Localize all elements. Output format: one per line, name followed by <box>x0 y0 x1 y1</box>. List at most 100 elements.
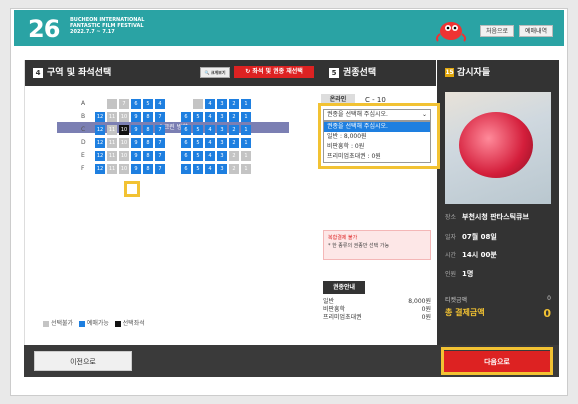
seat[interactable]: 4 <box>205 125 215 135</box>
seat[interactable]: 12 <box>95 125 105 135</box>
reservations-button[interactable]: 예매내역 <box>519 25 553 37</box>
seat[interactable]: 1 <box>241 125 251 135</box>
guide-row: 일반 8,000원 <box>323 298 431 305</box>
payment-notice: 복합결제 불가 * 한 종류의 권종만 선택 가능 <box>323 230 431 260</box>
seat: 2 <box>229 151 239 161</box>
seat <box>193 99 203 109</box>
seat[interactable]: 3 <box>217 125 227 135</box>
seat[interactable]: 6 <box>181 151 191 161</box>
seat[interactable]: 5 <box>193 125 203 135</box>
ticket-panel-title: 권종선택 <box>343 68 377 78</box>
seat-selected[interactable]: 10 <box>119 125 129 135</box>
seat[interactable]: 8 <box>143 138 153 148</box>
seat[interactable]: 7 <box>155 125 165 135</box>
seat-legend: 선택불가 예매가능 선택좌석 <box>43 318 145 327</box>
seat[interactable]: 2 <box>229 138 239 148</box>
mascot-icon <box>435 22 467 42</box>
seat[interactable]: 7 <box>155 164 165 174</box>
seat[interactable]: 12 <box>95 112 105 122</box>
seat[interactable]: 4 <box>155 99 165 109</box>
seat[interactable]: 6 <box>181 112 191 122</box>
seat[interactable]: 6 <box>181 125 191 135</box>
seat[interactable]: 4 <box>205 151 215 161</box>
seat[interactable]: 1 <box>241 112 251 122</box>
seat[interactable]: 9 <box>131 112 141 122</box>
movie-summary-panel: 15 감시자들 장소 부천시청 판타스틱큐브 일자 07월 08일 시간 14시 00분… <box>437 60 559 345</box>
seat[interactable]: 3 <box>217 138 227 148</box>
seat: 11 <box>107 138 117 148</box>
info-place: 장소 부천시청 판타스틱큐브 <box>445 213 529 221</box>
seat: 2 <box>229 164 239 174</box>
ticket-amount: 티켓금액 0 <box>445 295 551 304</box>
seat[interactable]: 8 <box>143 164 153 174</box>
seat[interactable]: 1 <box>241 99 251 109</box>
row-label: B <box>81 113 86 120</box>
seat[interactable]: 6 <box>181 138 191 148</box>
row-label: E <box>81 152 85 159</box>
info-date: 일자 07월 08일 <box>445 233 497 241</box>
seat: 10 <box>119 138 129 148</box>
movie-title: 감시자들 <box>457 68 491 78</box>
zoom-button[interactable]: 🔍 크게보기 <box>200 67 230 78</box>
seat[interactable]: 8 <box>143 151 153 161</box>
seat: 11 <box>107 151 117 161</box>
home-button[interactable]: 처음으로 <box>480 25 514 37</box>
seat[interactable]: 4 <box>205 112 215 122</box>
seat[interactable]: 5 <box>193 164 203 174</box>
seat[interactable]: 4 <box>205 138 215 148</box>
seat[interactable]: 8 <box>143 125 153 135</box>
seat[interactable]: 3 <box>217 99 227 109</box>
seat[interactable]: 12 <box>95 151 105 161</box>
guide-row: 프리미엄초대권 0원 <box>323 314 431 321</box>
seat[interactable]: 5 <box>193 112 203 122</box>
ticket-guide-list: 일반 8,000원 비판흥학 0원 프리미엄초대권 0원 <box>323 298 431 322</box>
seat[interactable]: 4 <box>205 164 215 174</box>
seat: 10 <box>119 164 129 174</box>
seat: 10 <box>119 112 129 122</box>
step-badge: 5 <box>329 67 339 78</box>
seat[interactable]: 8 <box>143 112 153 122</box>
seat[interactable]: 6 <box>181 164 191 174</box>
seat[interactable]: 9 <box>131 164 141 174</box>
seat[interactable]: 5 <box>143 99 153 109</box>
reset-seat-button[interactable]: ↻ 좌석 및 권종 재선택 <box>234 66 314 78</box>
seat[interactable]: 7 <box>155 112 165 122</box>
seat[interactable]: 5 <box>193 138 203 148</box>
step-badge: 4 <box>33 67 43 78</box>
seat[interactable]: 5 <box>193 151 203 161</box>
seat[interactable]: 9 <box>131 151 141 161</box>
row-label: C <box>81 126 86 133</box>
seat: 11 <box>107 164 117 174</box>
seat[interactable]: 1 <box>241 138 251 148</box>
seat[interactable]: 12 <box>95 138 105 148</box>
seat[interactable]: 3 <box>217 164 227 174</box>
seat-panel-title: 구역 및 좌석선택 <box>47 68 112 78</box>
screen-direction-bar: 스크린 방향 <box>57 122 289 133</box>
seat[interactable]: 6 <box>131 99 141 109</box>
festival-number: 26 <box>28 15 60 43</box>
prev-button[interactable]: 이전으로 <box>34 351 132 371</box>
dropdown-highlight-frame <box>318 103 440 169</box>
festival-name: BUCHEON INTERNATIONAL FANTASTIC FILM FES… <box>70 17 145 35</box>
row-label: A <box>81 100 86 107</box>
ticket-panel-header: 5 권종선택 <box>321 60 436 86</box>
seat[interactable]: 2 <box>229 99 239 109</box>
seat[interactable]: 2 <box>229 112 239 122</box>
row-label: F <box>81 165 85 172</box>
available-swatch <box>78 320 85 327</box>
seat[interactable]: 3 <box>217 112 227 122</box>
guide-row: 비판흥학 0원 <box>323 306 431 313</box>
seat[interactable]: 9 <box>131 125 141 135</box>
seat[interactable]: 7 <box>155 151 165 161</box>
seat: 10 <box>119 151 129 161</box>
seat[interactable]: 4 <box>205 99 215 109</box>
seat: 7 <box>119 99 129 109</box>
seat[interactable]: 9 <box>131 138 141 148</box>
row-label: D <box>81 139 86 146</box>
seat[interactable]: 7 <box>155 138 165 148</box>
seat[interactable]: 3 <box>217 151 227 161</box>
info-people: 인원 1명 <box>445 270 474 278</box>
seat[interactable]: 12 <box>95 164 105 174</box>
ticket-guide-header: 권종안내 <box>323 281 365 294</box>
seat[interactable]: 2 <box>229 125 239 135</box>
